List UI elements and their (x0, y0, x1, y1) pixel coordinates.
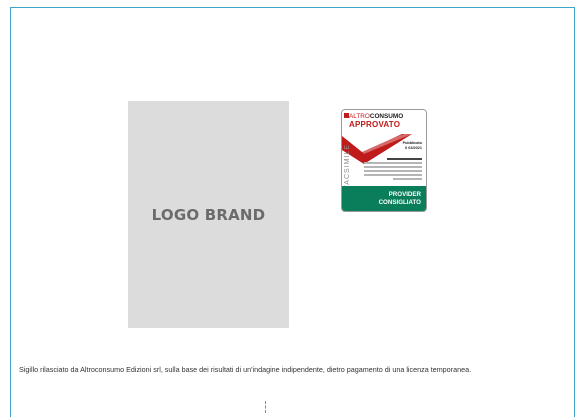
logo-placeholder-label: LOGO BRAND (151, 205, 266, 224)
center-guide-marker (265, 401, 266, 413)
seal-publication: Pubblicato il 03/2021 (403, 141, 422, 150)
seal-side-label: FACSIMILE (344, 144, 351, 190)
seal-footer-line2: CONSIGLIATO (378, 198, 421, 206)
seal-fine-print (364, 158, 422, 182)
seal-caption: Sigillo rilasciato da Altroconsumo Edizi… (19, 365, 472, 374)
brand-logo-placeholder: LOGO BRAND (128, 101, 289, 328)
seal-footer-line1: PROVIDER (388, 191, 421, 198)
seal-footer: PROVIDER CONSIGLIATO (342, 186, 426, 211)
seal-brand: ALTROCONSUMO (349, 113, 403, 120)
seal-brand-prefix: ALTRO (349, 113, 370, 120)
altroconsumo-seal: ALTROCONSUMO APPROVATO FACSIMILE Pubblic… (341, 109, 427, 212)
pub-label: Pubblicato (402, 141, 422, 145)
pub-date: il 03/2021 (405, 145, 422, 150)
seal-brand-suffix: CONSUMO (369, 113, 404, 120)
content-frame (10, 7, 575, 417)
seal-card: ALTROCONSUMO APPROVATO FACSIMILE Pubblic… (341, 109, 427, 212)
